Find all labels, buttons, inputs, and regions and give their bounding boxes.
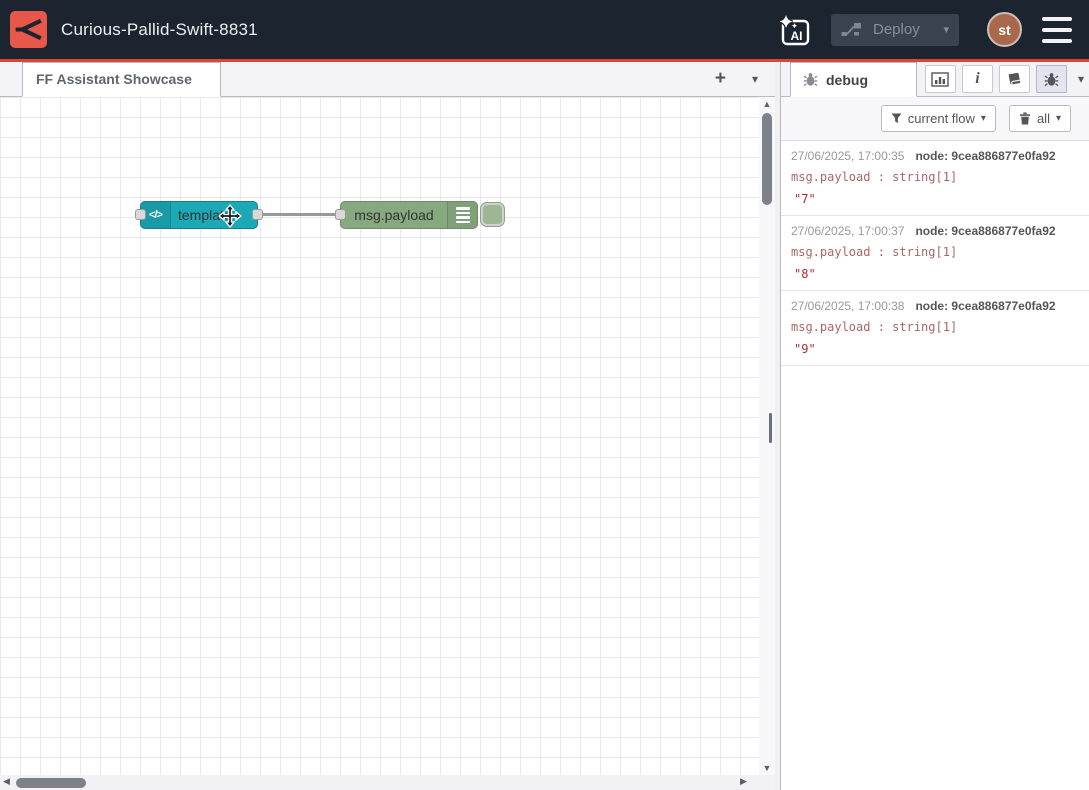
debug-enable-toggle[interactable] [481,203,504,226]
wire[interactable] [257,213,342,216]
message-value: "7" [791,192,1079,207]
scroll-up-icon[interactable]: ▲ [759,99,775,109]
book-icon [1005,70,1024,89]
tab-debug-label: debug [826,72,868,88]
message-timestamp: 27/06/2025, 17:00:38 [791,299,904,313]
menu-bar-icon [1042,17,1072,21]
menu-bar-icon [1042,28,1072,32]
debug-message-list[interactable]: 27/06/2025, 17:00:35 node: 9cea886877e0fa… [781,140,1089,366]
message-path: msg.payload : string[1] [791,245,1079,260]
message-meta: 27/06/2025, 17:00:37 node: 9cea886877e0fa… [791,223,1079,239]
splitter-handle[interactable] [769,413,772,443]
filter-funnel-icon [891,113,902,124]
menu-bar-icon [1042,39,1072,43]
message-value: "8" [791,267,1079,282]
debug-message[interactable]: 27/06/2025, 17:00:35 node: 9cea886877e0fa… [781,141,1089,216]
filter-label: current flow [908,111,975,126]
node-label: msg.payload [341,202,447,228]
debug-output-icon [447,202,477,228]
caret-down-icon: ▾ [981,113,986,124]
info-button[interactable]: i [962,65,993,93]
clear-messages-dropdown[interactable]: all ▾ [1009,105,1071,132]
vertical-scrollbar[interactable]: ▲ ▼ [759,97,775,775]
debug-sidebar: debug i [780,62,1089,790]
horizontal-scroll-thumb[interactable] [16,778,86,788]
sidebar-tabs-caret-icon[interactable]: ▾ [1078,72,1084,86]
horizontal-scrollbar[interactable]: ◀ ▶ [0,775,775,790]
user-avatar[interactable]: st [987,12,1022,47]
flow-list-caret-icon[interactable]: ▾ [748,62,762,97]
scroll-down-icon[interactable]: ▼ [759,763,775,773]
ai-assistant-button[interactable]: AI [775,11,813,49]
deploy-icon [840,20,864,40]
sidebar-header: debug i [781,62,1089,97]
trash-icon [1019,112,1031,125]
message-path: msg.payload : string[1] [791,170,1079,185]
deploy-label: Deploy [873,21,920,38]
message-timestamp: 27/06/2025, 17:00:37 [791,224,904,238]
dashboard-chart-button[interactable] [925,65,956,93]
caret-down-icon: ▾ [1056,113,1061,124]
message-node-id: node: 9cea886877e0fa92 [915,149,1055,163]
message-node-id: node: 9cea886877e0fa92 [915,224,1055,238]
debug-message[interactable]: 27/06/2025, 17:00:38 node: 9cea886877e0fa… [781,291,1089,366]
scroll-left-icon[interactable]: ◀ [3,776,10,787]
flow-tab[interactable]: FF Assistant Showcase [22,62,221,97]
flowfuse-logo-icon [10,11,47,48]
add-flow-button[interactable]: + [711,62,730,97]
bug-icon [1044,72,1059,87]
message-value: "9" [791,342,1079,357]
message-timestamp: 27/06/2025, 17:00:35 [791,149,904,163]
node-template[interactable]: </> template [140,201,258,229]
clear-scope-label: all [1037,111,1050,126]
page-title: Curious-Pallid-Swift-8831 [61,20,258,40]
help-button[interactable] [999,65,1030,93]
sidebar-toolbar: i ▾ [925,65,1084,93]
flow-canvas[interactable]: </> template msg.payload ▲ ▼ ◀ ▶ [0,97,775,790]
message-meta: 27/06/2025, 17:00:35 node: 9cea886877e0fa… [791,148,1079,164]
debug-filter-row: current flow ▾ all ▾ [781,97,1089,140]
vertical-scroll-thumb[interactable] [762,113,772,205]
debug-messages-button[interactable] [1036,65,1067,93]
input-port[interactable] [135,209,146,220]
flow-tabbar: FF Assistant Showcase + ▾ [0,62,775,97]
main-menu-button[interactable] [1042,17,1072,43]
node-debug[interactable]: msg.payload [340,201,478,229]
message-path: msg.payload : string[1] [791,320,1079,335]
bar-chart-icon [931,72,949,87]
message-node-id: node: 9cea886877e0fa92 [915,299,1055,313]
input-port[interactable] [335,209,346,220]
workspace-pane: FF Assistant Showcase + ▾ </> template m… [0,62,775,790]
scroll-right-icon[interactable]: ▶ [740,776,747,787]
filter-dropdown[interactable]: current flow ▾ [881,105,996,132]
deploy-options-caret-icon[interactable]: ▾ [943,23,949,36]
debug-message[interactable]: 27/06/2025, 17:00:37 node: 9cea886877e0fa… [781,216,1089,291]
info-icon: i [975,70,979,88]
tab-debug[interactable]: debug [790,62,917,97]
node-label: template [178,202,232,228]
deploy-button[interactable]: Deploy ▾ [831,14,959,46]
output-port[interactable] [252,209,263,220]
bug-icon [803,72,818,87]
ai-label: AI [791,29,803,43]
message-meta: 27/06/2025, 17:00:38 node: 9cea886877e0fa… [791,298,1079,314]
header: Curious-Pallid-Swift-8831 AI Deploy ▾ st [0,0,1089,62]
